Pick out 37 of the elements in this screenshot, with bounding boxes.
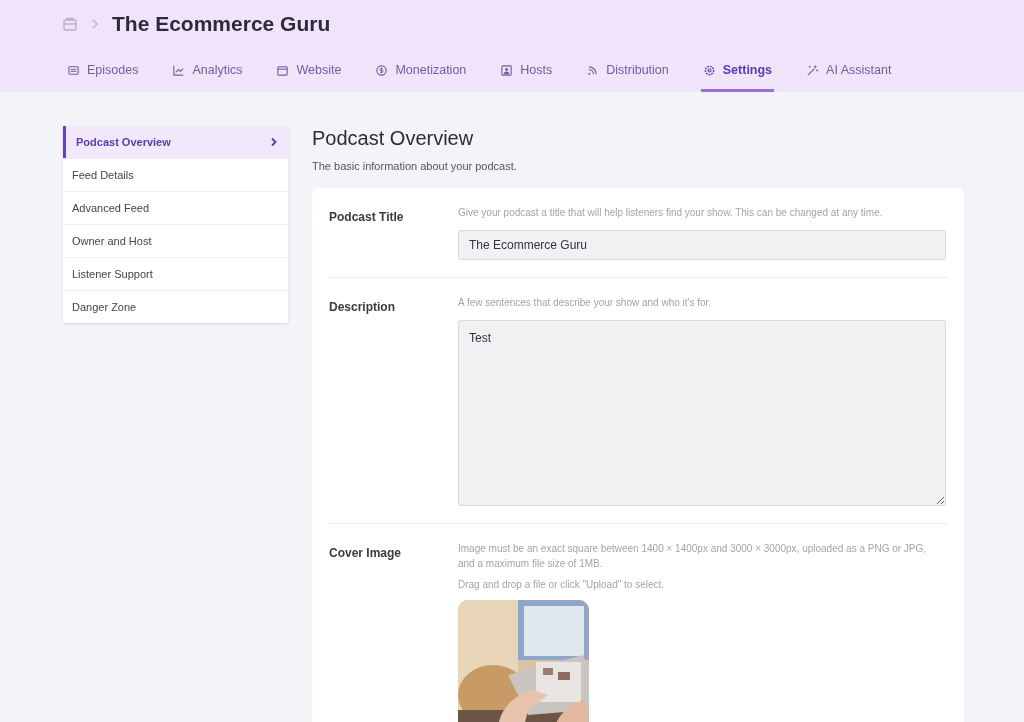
nav-tab[interactable]: Website xyxy=(274,52,344,92)
chevron-right-icon xyxy=(270,137,278,147)
chart-icon xyxy=(172,64,186,77)
podcast-title: The Ecommerce Guru xyxy=(112,11,331,38)
nav-tab[interactable]: Hosts xyxy=(498,52,555,92)
field-label: Cover Image xyxy=(329,544,403,562)
chevron-right-icon xyxy=(90,18,100,30)
nav-tab[interactable]: AI Assistant xyxy=(804,52,894,92)
nav-tab[interactable]: Episodes xyxy=(65,52,141,92)
field-label: Podcast Title xyxy=(329,208,405,226)
wand-icon xyxy=(806,64,820,77)
sidebar-item[interactable]: Owner and Host xyxy=(63,224,288,257)
hint-text: Drag and drop a file or click "Upload" to select. xyxy=(458,577,666,592)
gear-icon xyxy=(702,64,716,77)
sidebar-item[interactable]: Advanced Feed xyxy=(63,191,288,224)
nav-tab[interactable]: Distribution xyxy=(584,52,671,92)
page-subtitle: The basic information about your podcast. xyxy=(312,159,518,174)
person-icon xyxy=(500,64,514,77)
hint-text: Image must be an exact square between 1400 × 1400px and 3000 × 3000px, uploaded as a PNG or JPG, and a maximum file size of 1MB. xyxy=(458,541,928,571)
hint-text: A few sentences that describe your show and who it's for. xyxy=(458,295,713,310)
window-icon xyxy=(276,64,290,77)
nav-tab[interactable]: Analytics xyxy=(170,52,245,92)
title-input[interactable]: The Ecommerce Guru xyxy=(458,229,946,260)
sidebar-item[interactable]: Listener Support xyxy=(63,257,288,290)
dollar-icon xyxy=(375,64,389,77)
briefcase-icon xyxy=(62,16,78,32)
sidebar-item[interactable]: Danger Zone xyxy=(63,290,288,323)
sidebar-item[interactable]: Podcast Overview xyxy=(63,126,288,158)
nav-tab[interactable]: Settings xyxy=(700,52,775,92)
description-textarea[interactable]: Test xyxy=(458,319,946,506)
nav-tab[interactable]: Monetization xyxy=(373,52,469,92)
list-icon xyxy=(67,64,80,77)
sidebar-item[interactable]: Feed Details xyxy=(63,158,288,191)
field-label: Description xyxy=(329,298,396,316)
hint-text: Give your podcast a title that will help listeners find your show. This can be changed at any time. xyxy=(458,205,884,220)
rss-icon xyxy=(586,64,600,77)
page-title: Podcast Overview xyxy=(312,126,475,151)
